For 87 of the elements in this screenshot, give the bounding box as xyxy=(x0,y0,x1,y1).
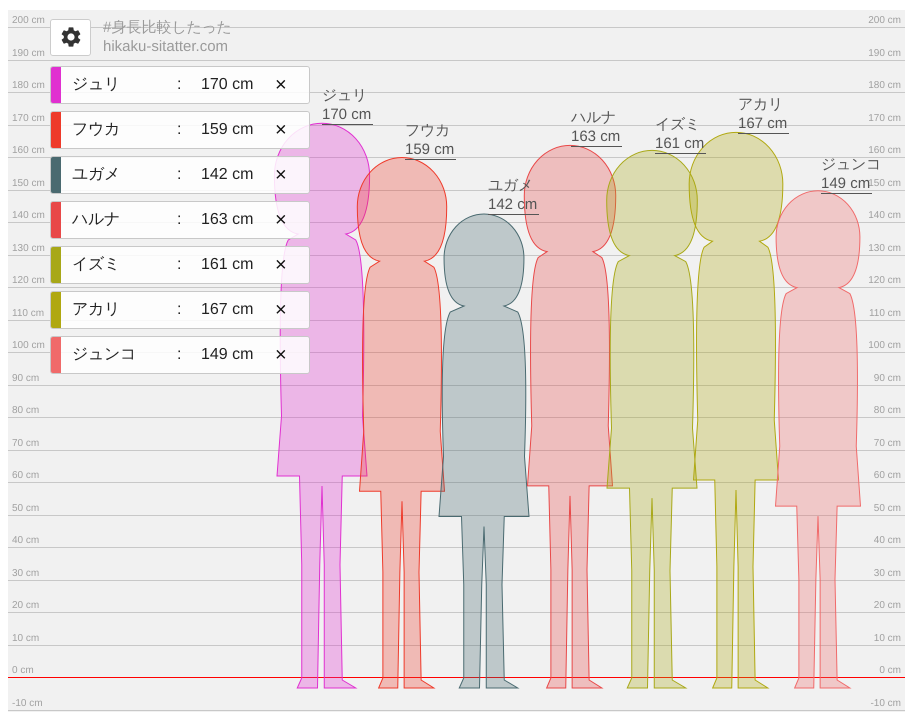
axis-tick-label: 100 cm xyxy=(868,340,901,352)
axis-tick-label: 100 cm xyxy=(12,340,45,352)
axis-tick-label: 0 cm xyxy=(12,665,34,677)
axis-tick-label: 170 cm xyxy=(868,112,901,124)
axis-tick-label: 190 cm xyxy=(12,48,45,60)
figure-height: 159 cm xyxy=(405,140,456,160)
remove-button[interactable]: × xyxy=(275,345,287,365)
axis-tick-label: 50 cm xyxy=(874,502,901,514)
axis-tick-label: 200 cm xyxy=(868,15,901,27)
axis-tick-label: 90 cm xyxy=(12,372,40,384)
remove-button[interactable]: × xyxy=(275,255,287,275)
axis-tick-label: 40 cm xyxy=(12,535,40,547)
axis-tick-label: 150 cm xyxy=(12,178,45,190)
remove-button[interactable]: × xyxy=(275,210,287,230)
axis-tick-label: 80 cm xyxy=(874,405,901,417)
figure-height: 170 cm xyxy=(322,105,374,125)
figure-height: 161 cm xyxy=(655,134,706,154)
axis-tick-label: 190 cm xyxy=(868,48,901,60)
figure-height: 167 cm xyxy=(738,114,790,134)
axis-tick-label: 50 cm xyxy=(12,502,40,514)
separator: : xyxy=(177,75,182,95)
axis-tick-label: 160 cm xyxy=(12,145,45,157)
person-name: アカリ xyxy=(72,300,121,320)
settings-icon xyxy=(58,25,82,49)
axis-tick-label: 150 cm xyxy=(868,178,901,190)
axis-tick-label: 140 cm xyxy=(12,210,45,222)
axis-tick-label: 60 cm xyxy=(12,470,40,482)
axis-tick-label: 200 cm xyxy=(12,15,45,27)
figure-name: アカリ xyxy=(738,95,783,114)
separator: : xyxy=(177,345,182,365)
person-height: 161 cm xyxy=(201,255,254,275)
separator: : xyxy=(177,255,182,275)
separator: : xyxy=(177,300,182,320)
axis-tick-label: 180 cm xyxy=(12,80,45,92)
axis-tick-label: 120 cm xyxy=(868,275,901,287)
person-name: ハルナ xyxy=(72,210,121,230)
person-name: ジュリ xyxy=(72,75,121,95)
axis-tick-label: 70 cm xyxy=(874,438,901,450)
figure-height: 163 cm xyxy=(571,127,622,147)
figure-name: ハルナ xyxy=(571,108,616,127)
person-height: 163 cm xyxy=(201,210,254,230)
axis-tick-label: 130 cm xyxy=(12,242,45,254)
site-url: hikaku-sitatter.com xyxy=(103,37,230,56)
axis-tick-label: 140 cm xyxy=(868,210,901,222)
axis-tick-label: -10 cm xyxy=(870,698,901,710)
person-height: 142 cm xyxy=(201,165,254,185)
figure-name: フウカ xyxy=(405,121,450,140)
axis-tick-label: 90 cm xyxy=(874,372,901,384)
figure-name: ジュリ xyxy=(322,86,367,105)
remove-button[interactable]: × xyxy=(275,120,287,140)
remove-button[interactable]: × xyxy=(275,75,287,95)
axis-tick-label: 160 cm xyxy=(868,145,901,157)
axis-tick-label: 80 cm xyxy=(12,405,40,417)
settings-button[interactable] xyxy=(50,18,91,56)
person-height: 159 cm xyxy=(201,120,254,140)
axis-tick-label: 40 cm xyxy=(874,535,901,547)
axis-tick-label: 30 cm xyxy=(12,568,40,580)
remove-button[interactable]: × xyxy=(275,165,287,185)
axis-tick-label: 70 cm xyxy=(12,438,40,450)
site-hashtag: #身長比較したった xyxy=(103,18,232,37)
person-height: 170 cm xyxy=(201,75,254,95)
separator: : xyxy=(177,120,182,140)
remove-button[interactable]: × xyxy=(275,300,287,320)
axis-tick-label: 20 cm xyxy=(874,600,901,612)
person-height: 149 cm xyxy=(201,345,254,365)
person-height: 167 cm xyxy=(201,300,254,320)
axis-tick-label: 110 cm xyxy=(12,308,44,320)
axis-tick-label: 120 cm xyxy=(12,275,45,287)
person-name: フウカ xyxy=(72,120,121,140)
axis-tick-label: 110 cm xyxy=(868,308,901,320)
axis-tick-label: 0 cm xyxy=(879,665,901,677)
axis-tick-label: 180 cm xyxy=(868,80,901,92)
axis-tick-label: 20 cm xyxy=(12,600,40,612)
figure-name: イズミ xyxy=(655,115,700,134)
person-name: ユガメ xyxy=(72,165,121,185)
person-name: ジュンコ xyxy=(72,345,137,365)
separator: : xyxy=(177,165,182,185)
axis-tick-label: 10 cm xyxy=(12,632,40,644)
axis-tick-label: -10 cm xyxy=(12,698,43,710)
axis-tick-label: 10 cm xyxy=(874,632,901,644)
figure-name: ジュンコ xyxy=(821,155,881,174)
person-name: イズミ xyxy=(72,255,121,275)
axis-tick-label: 30 cm xyxy=(874,568,901,580)
axis-tick-label: 60 cm xyxy=(874,470,901,482)
separator: : xyxy=(177,210,182,230)
axis-tick-label: 170 cm xyxy=(12,112,45,124)
axis-tick-label: 130 cm xyxy=(868,242,901,254)
